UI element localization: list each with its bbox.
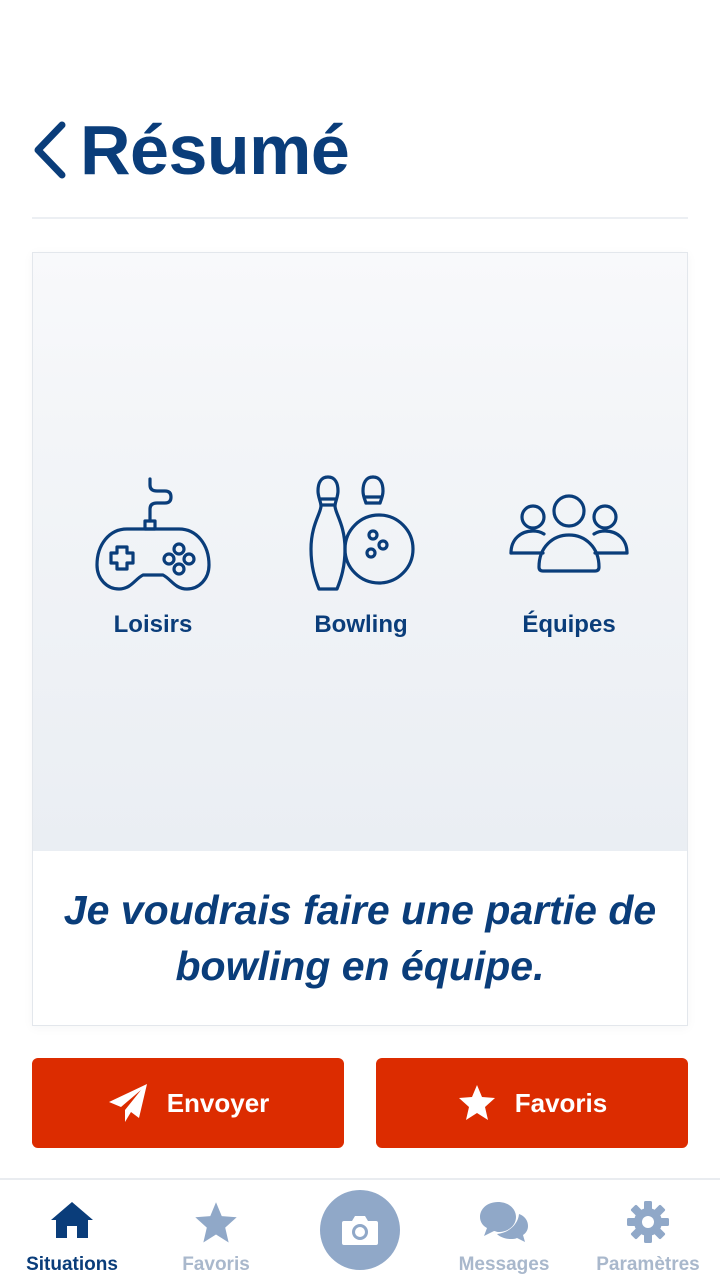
category-label: Équipes bbox=[522, 611, 616, 638]
favorite-button[interactable]: Favoris bbox=[376, 1058, 688, 1148]
category-label: Bowling bbox=[314, 611, 408, 638]
category-panel: Loisirs Bowling Équipes bbox=[33, 253, 687, 851]
star-icon bbox=[195, 1202, 237, 1243]
header: Résumé bbox=[0, 0, 720, 220]
home-icon bbox=[51, 1202, 93, 1238]
page-title: Résumé bbox=[80, 111, 350, 189]
tab-label: Situations bbox=[26, 1254, 118, 1275]
sentence-area: Je voudrais faire une partie de bowling … bbox=[33, 851, 687, 1025]
tab-label: Messages bbox=[458, 1254, 550, 1275]
send-button[interactable]: Envoyer bbox=[32, 1058, 344, 1148]
bowling-icon bbox=[309, 475, 415, 591]
star-icon bbox=[458, 1085, 495, 1120]
header-divider bbox=[32, 217, 688, 219]
send-button-label: Envoyer bbox=[166, 1087, 270, 1118]
gear-icon bbox=[627, 1201, 669, 1243]
summary-sentence: Je voudrais faire une partie de bowling … bbox=[63, 887, 657, 989]
tab-parametres[interactable]: Paramètres bbox=[576, 1180, 720, 1282]
category-equipes[interactable]: Équipes bbox=[479, 475, 659, 639]
summary-card: Loisirs Bowling Équipes Je voudrais fair… bbox=[32, 252, 688, 1026]
tab-favoris[interactable]: Favoris bbox=[144, 1180, 288, 1282]
chat-bubbles-icon bbox=[480, 1202, 528, 1242]
camera-icon bbox=[342, 1216, 378, 1245]
tab-situations[interactable]: Situations bbox=[0, 1180, 144, 1282]
team-icon bbox=[509, 494, 629, 573]
tab-label: Favoris bbox=[182, 1254, 250, 1275]
tab-messages[interactable]: Messages bbox=[432, 1180, 576, 1282]
back-button[interactable] bbox=[28, 118, 72, 182]
category-loisirs[interactable]: Loisirs bbox=[63, 475, 243, 639]
paper-plane-icon bbox=[108, 1084, 147, 1122]
tab-label: Paramètres bbox=[596, 1254, 700, 1275]
camera-button[interactable] bbox=[320, 1190, 400, 1270]
category-bowling[interactable]: Bowling bbox=[271, 475, 451, 639]
category-label: Loisirs bbox=[113, 611, 193, 638]
favorite-button-label: Favoris bbox=[514, 1087, 608, 1118]
chevron-left-icon bbox=[34, 121, 66, 179]
gamepad-icon bbox=[95, 477, 211, 591]
